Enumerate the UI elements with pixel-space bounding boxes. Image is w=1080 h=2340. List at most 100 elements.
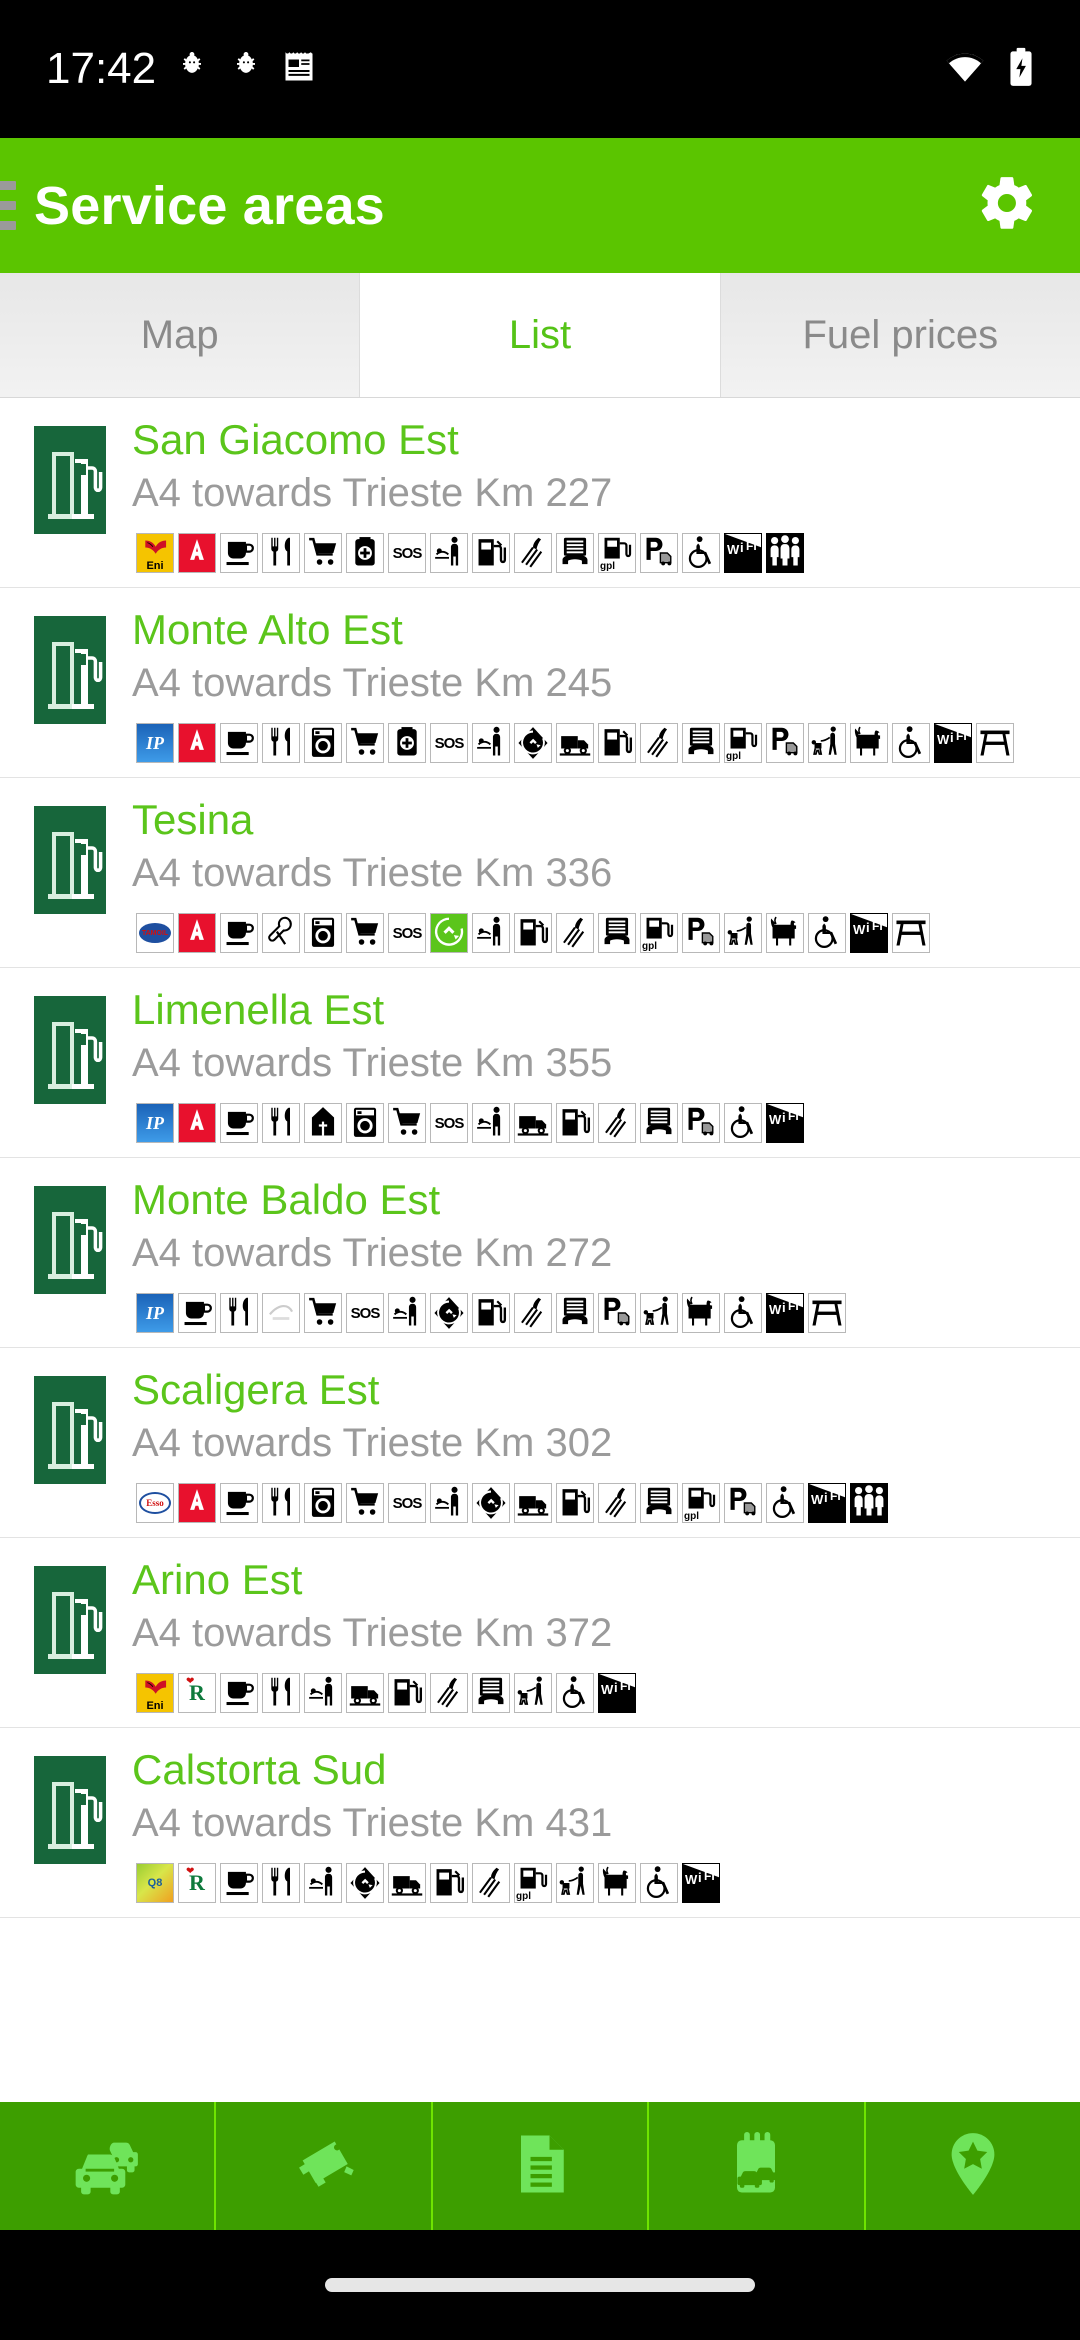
nav-vehicle-calendar[interactable] (649, 2102, 866, 2230)
debug-bug-icon (174, 49, 210, 90)
home-indicator[interactable] (325, 2278, 755, 2292)
service-area-name: Arino Est (132, 1556, 303, 1604)
nav-traffic[interactable] (0, 2102, 217, 2230)
first-aid-icon (346, 533, 384, 574)
phone-icon (598, 913, 636, 954)
service-area-info: Arino Est A4 towards Trieste Km 372 Eni R ❤ W… (106, 1556, 1080, 1714)
autogrill-logo (178, 1103, 216, 1144)
app-bar-actions (976, 172, 1038, 239)
hamburger-line (0, 221, 16, 230)
page-title: Service areas (34, 175, 385, 236)
fuel-pump-icon (514, 913, 552, 954)
service-area-row[interactable]: Scaligera Est A4 towards Trieste Km 302 Es… (0, 1348, 1080, 1539)
fuel-pump-icon (556, 1483, 594, 1524)
fuel-station-icon (34, 806, 106, 915)
laundry-icon (304, 723, 342, 764)
coffee-icon (220, 1483, 258, 1524)
wheelchair-icon (808, 913, 846, 954)
dog-icon (766, 913, 804, 954)
car-wash-icon (640, 723, 678, 764)
autogrill-logo (178, 533, 216, 574)
service-area-location: A4 towards Trieste Km 245 (132, 661, 613, 706)
wheelchair-icon (556, 1673, 594, 1714)
mechanic-icon (262, 913, 300, 954)
eni-logo: Eni (136, 533, 174, 574)
recycle-green-icon (430, 913, 468, 954)
service-area-info: Monte Alto Est A4 towards Trieste Km 245 I… (106, 606, 1080, 764)
phone-icon (556, 533, 594, 574)
amenity-icon-list: IP SOS Wi FI (132, 1293, 1070, 1334)
hamburger-menu-icon[interactable] (0, 181, 16, 230)
coffee-icon (220, 1673, 258, 1714)
baby-changing-icon (472, 1103, 510, 1144)
truck-icon (388, 1863, 426, 1904)
truck-icon (346, 1673, 384, 1714)
autogrill-logo (178, 723, 216, 764)
service-area-row[interactable]: Limenella Est A4 towards Trieste Km 355 IP… (0, 968, 1080, 1159)
tab-label: Map (140, 312, 219, 357)
car-wash-icon (598, 1103, 636, 1144)
service-area-location: A4 towards Trieste Km 272 (132, 1231, 613, 1276)
shopping-cart-icon (304, 1293, 342, 1334)
parking-icon (724, 1483, 762, 1524)
amenity-icon-list: IP SOS Wi FI (132, 1103, 1070, 1144)
service-area-row[interactable]: Monte Baldo Est A4 towards Trieste Km 272… (0, 1158, 1080, 1349)
coffee-icon (178, 1293, 216, 1334)
service-area-location: A4 towards Trieste Km 227 (132, 471, 613, 516)
wheelchair-icon (892, 723, 930, 764)
wifi-icon: Wi FI (850, 913, 888, 954)
system-navigation-bar (0, 2230, 1080, 2340)
nav-document[interactable] (433, 2102, 650, 2230)
ip-logo: IP (136, 723, 174, 764)
tab-map[interactable]: Map (0, 273, 361, 397)
service-areas-list[interactable]: San Giacomo Est A4 towards Trieste Km 227… (0, 398, 1080, 2150)
tab-list[interactable]: List (360, 273, 721, 397)
service-area-location: A4 towards Trieste Km 302 (132, 1421, 613, 1466)
wheelchair-icon (640, 1863, 678, 1904)
service-area-row[interactable]: Calstorta Sud A4 towards Trieste Km 431 Q8… (0, 1728, 1080, 1919)
service-area-row[interactable]: Arino Est A4 towards Trieste Km 372 Eni R ❤ W… (0, 1538, 1080, 1729)
document-icon (502, 2126, 578, 2207)
car-wash-icon (556, 913, 594, 954)
truck-icon (556, 723, 594, 764)
recycle-icon (346, 1863, 384, 1904)
shopping-cart-icon (346, 723, 384, 764)
restaurant-icon (262, 1483, 300, 1524)
status-bar: 17:42 (0, 0, 1080, 138)
truck-icon (514, 1103, 552, 1144)
ip-logo: IP (136, 1103, 174, 1144)
baby-changing-icon (304, 1863, 342, 1904)
truck-icon (514, 1483, 552, 1524)
amenity-icon-list: Eni SOS gpl Wi FI (132, 533, 1070, 574)
service-area-row[interactable]: Monte Alto Est A4 towards Trieste Km 245 I… (0, 588, 1080, 779)
shopping-cart-icon (304, 533, 342, 574)
fuel-station-icon (34, 426, 106, 534)
fuel-station-icon (34, 616, 106, 725)
service-area-row[interactable]: San Giacomo Est A4 towards Trieste Km 227… (0, 398, 1080, 589)
gpl-icon: gpl (640, 913, 678, 954)
speed-camera-icon (286, 2126, 362, 2207)
tab-label: List (508, 312, 572, 357)
service-area-row[interactable]: Tesina A4 towards Trieste Km 336 TAMOIL SOS… (0, 778, 1080, 969)
nav-map-pin[interactable] (866, 2102, 1080, 2230)
dog-walk-icon (514, 1673, 552, 1714)
service-area-info: Tesina A4 towards Trieste Km 336 TAMOIL SOS… (106, 796, 1080, 954)
service-area-name: Tesina (132, 796, 254, 844)
gpl-icon: gpl (682, 1483, 720, 1524)
laundry-icon (346, 1103, 384, 1144)
gear-icon[interactable] (976, 172, 1038, 239)
phone-icon (556, 1293, 594, 1334)
hamburger-line (0, 181, 16, 190)
fuel-station-icon (34, 996, 106, 1105)
hamburger-line (0, 201, 16, 210)
baby-changing-icon (430, 1483, 468, 1524)
parking-icon (682, 913, 720, 954)
coffee-icon (220, 1863, 258, 1904)
dog-icon (850, 723, 888, 764)
nav-speed-camera[interactable] (216, 2102, 433, 2230)
car-wash-icon (430, 1673, 468, 1714)
roadhouse-logo: R ❤ (178, 1673, 216, 1714)
car-wash-icon (514, 533, 552, 574)
baby-changing-icon (472, 913, 510, 954)
tab-fuel-prices[interactable]: Fuel prices (720, 273, 1080, 397)
